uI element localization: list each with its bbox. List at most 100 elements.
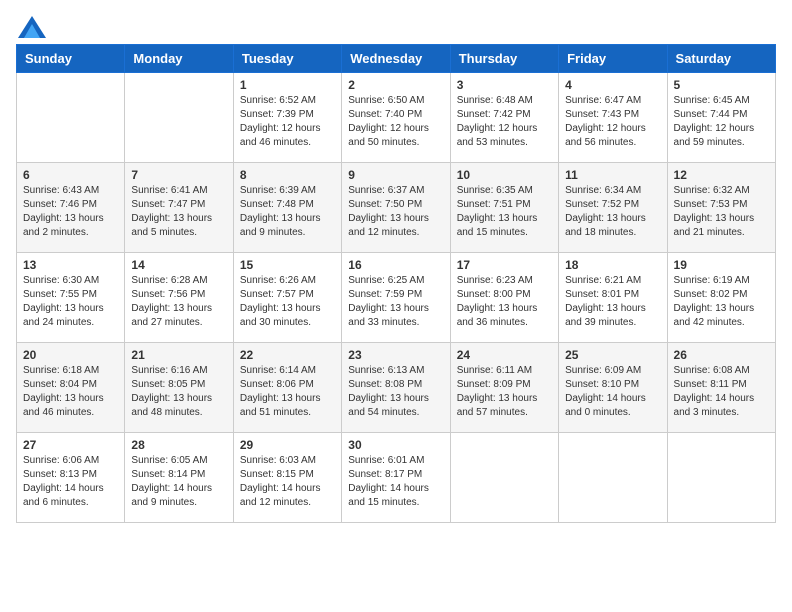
calendar-day-cell: 10 Sunrise: 6:35 AM Sunset: 7:51 PM Dayli… bbox=[450, 163, 558, 253]
calendar-day-cell: 15 Sunrise: 6:26 AM Sunset: 7:57 PM Dayli… bbox=[233, 253, 341, 343]
calendar-table: SundayMondayTuesdayWednesdayThursdayFrid… bbox=[16, 44, 776, 523]
day-info: Sunrise: 6:47 AM Sunset: 7:43 PM Dayligh… bbox=[565, 94, 660, 150]
day-info: Sunrise: 6:01 AM Sunset: 8:17 PM Dayligh… bbox=[348, 454, 443, 510]
day-number: 19 bbox=[674, 258, 769, 272]
day-of-week-header: Friday bbox=[559, 45, 667, 73]
calendar-day-cell: 17 Sunrise: 6:23 AM Sunset: 8:00 PM Dayli… bbox=[450, 253, 558, 343]
day-number: 22 bbox=[240, 348, 335, 362]
day-number: 14 bbox=[131, 258, 226, 272]
calendar-day-cell: 6 Sunrise: 6:43 AM Sunset: 7:46 PM Daylig… bbox=[17, 163, 125, 253]
calendar-day-cell: 24 Sunrise: 6:11 AM Sunset: 8:09 PM Dayli… bbox=[450, 343, 558, 433]
calendar-week-row: 1 Sunrise: 6:52 AM Sunset: 7:39 PM Daylig… bbox=[17, 73, 776, 163]
day-info: Sunrise: 6:28 AM Sunset: 7:56 PM Dayligh… bbox=[131, 274, 226, 330]
day-info: Sunrise: 6:43 AM Sunset: 7:46 PM Dayligh… bbox=[23, 184, 118, 240]
calendar-day-cell bbox=[450, 433, 558, 523]
day-number: 29 bbox=[240, 438, 335, 452]
calendar-day-cell: 18 Sunrise: 6:21 AM Sunset: 8:01 PM Dayli… bbox=[559, 253, 667, 343]
day-number: 26 bbox=[674, 348, 769, 362]
calendar-day-cell: 9 Sunrise: 6:37 AM Sunset: 7:50 PM Daylig… bbox=[342, 163, 450, 253]
day-info: Sunrise: 6:32 AM Sunset: 7:53 PM Dayligh… bbox=[674, 184, 769, 240]
calendar-day-cell: 20Sunrise: 6:18 AM Sunset: 8:04 PM Dayli… bbox=[17, 343, 125, 433]
calendar-day-cell bbox=[667, 433, 775, 523]
day-info: Sunrise: 6:14 AM Sunset: 8:06 PM Dayligh… bbox=[240, 364, 335, 420]
calendar-week-row: 20Sunrise: 6:18 AM Sunset: 8:04 PM Dayli… bbox=[17, 343, 776, 433]
calendar-day-cell bbox=[559, 433, 667, 523]
day-info: Sunrise: 6:50 AM Sunset: 7:40 PM Dayligh… bbox=[348, 94, 443, 150]
logo bbox=[16, 16, 46, 34]
calendar-day-cell: 25 Sunrise: 6:09 AM Sunset: 8:10 PM Dayli… bbox=[559, 343, 667, 433]
calendar-day-cell bbox=[17, 73, 125, 163]
day-number: 11 bbox=[565, 168, 660, 182]
calendar-day-cell: 29 Sunrise: 6:03 AM Sunset: 8:15 PM Dayli… bbox=[233, 433, 341, 523]
calendar-day-cell: 23 Sunrise: 6:13 AM Sunset: 8:08 PM Dayli… bbox=[342, 343, 450, 433]
calendar-day-cell: 11 Sunrise: 6:34 AM Sunset: 7:52 PM Dayli… bbox=[559, 163, 667, 253]
day-info: Sunrise: 6:37 AM Sunset: 7:50 PM Dayligh… bbox=[348, 184, 443, 240]
calendar-day-cell: 21 Sunrise: 6:16 AM Sunset: 8:05 PM Dayli… bbox=[125, 343, 233, 433]
day-number: 3 bbox=[457, 78, 552, 92]
calendar-day-cell: 13 Sunrise: 6:30 AM Sunset: 7:55 PM Dayli… bbox=[17, 253, 125, 343]
day-info: Sunrise: 6:03 AM Sunset: 8:15 PM Dayligh… bbox=[240, 454, 335, 510]
calendar-day-cell: 27Sunrise: 6:06 AM Sunset: 8:13 PM Dayli… bbox=[17, 433, 125, 523]
day-of-week-header: Sunday bbox=[17, 45, 125, 73]
day-info: Sunrise: 6:13 AM Sunset: 8:08 PM Dayligh… bbox=[348, 364, 443, 420]
day-info: Sunrise: 6:30 AM Sunset: 7:55 PM Dayligh… bbox=[23, 274, 118, 330]
day-number: 4 bbox=[565, 78, 660, 92]
calendar-day-cell: 4 Sunrise: 6:47 AM Sunset: 7:43 PM Daylig… bbox=[559, 73, 667, 163]
day-info: Sunrise: 6:25 AM Sunset: 7:59 PM Dayligh… bbox=[348, 274, 443, 330]
calendar-day-cell: 28 Sunrise: 6:05 AM Sunset: 8:14 PM Dayli… bbox=[125, 433, 233, 523]
day-info: Sunrise: 6:48 AM Sunset: 7:42 PM Dayligh… bbox=[457, 94, 552, 150]
day-info: Sunrise: 6:08 AM Sunset: 8:11 PM Dayligh… bbox=[674, 364, 769, 420]
calendar-day-cell bbox=[125, 73, 233, 163]
day-number: 23 bbox=[348, 348, 443, 362]
day-number: 25 bbox=[565, 348, 660, 362]
calendar-day-cell: 5Sunrise: 6:45 AM Sunset: 7:44 PM Daylig… bbox=[667, 73, 775, 163]
calendar-day-cell: 16 Sunrise: 6:25 AM Sunset: 7:59 PM Dayli… bbox=[342, 253, 450, 343]
day-info: Sunrise: 6:11 AM Sunset: 8:09 PM Dayligh… bbox=[457, 364, 552, 420]
calendar-day-cell: 14 Sunrise: 6:28 AM Sunset: 7:56 PM Dayli… bbox=[125, 253, 233, 343]
day-info: Sunrise: 6:19 AM Sunset: 8:02 PM Dayligh… bbox=[674, 274, 769, 330]
day-info: Sunrise: 6:35 AM Sunset: 7:51 PM Dayligh… bbox=[457, 184, 552, 240]
day-number: 18 bbox=[565, 258, 660, 272]
day-number: 10 bbox=[457, 168, 552, 182]
day-number: 5 bbox=[674, 78, 769, 92]
day-number: 8 bbox=[240, 168, 335, 182]
calendar-day-cell: 26 Sunrise: 6:08 AM Sunset: 8:11 PM Dayli… bbox=[667, 343, 775, 433]
day-number: 21 bbox=[131, 348, 226, 362]
day-of-week-header: Monday bbox=[125, 45, 233, 73]
day-info: Sunrise: 6:39 AM Sunset: 7:48 PM Dayligh… bbox=[240, 184, 335, 240]
day-number: 16 bbox=[348, 258, 443, 272]
calendar-day-cell: 2 Sunrise: 6:50 AM Sunset: 7:40 PM Daylig… bbox=[342, 73, 450, 163]
calendar-week-row: 27Sunrise: 6:06 AM Sunset: 8:13 PM Dayli… bbox=[17, 433, 776, 523]
day-info: Sunrise: 6:05 AM Sunset: 8:14 PM Dayligh… bbox=[131, 454, 226, 510]
day-number: 24 bbox=[457, 348, 552, 362]
day-info: Sunrise: 6:18 AM Sunset: 8:04 PM Dayligh… bbox=[23, 364, 118, 420]
day-number: 28 bbox=[131, 438, 226, 452]
day-number: 15 bbox=[240, 258, 335, 272]
logo-icon bbox=[18, 16, 46, 38]
day-number: 30 bbox=[348, 438, 443, 452]
page-header bbox=[16, 16, 776, 34]
day-info: Sunrise: 6:16 AM Sunset: 8:05 PM Dayligh… bbox=[131, 364, 226, 420]
day-of-week-header: Saturday bbox=[667, 45, 775, 73]
day-number: 17 bbox=[457, 258, 552, 272]
calendar-day-cell: 19 Sunrise: 6:19 AM Sunset: 8:02 PM Dayli… bbox=[667, 253, 775, 343]
day-info: Sunrise: 6:09 AM Sunset: 8:10 PM Dayligh… bbox=[565, 364, 660, 420]
day-number: 6 bbox=[23, 168, 118, 182]
calendar-day-cell: 8 Sunrise: 6:39 AM Sunset: 7:48 PM Daylig… bbox=[233, 163, 341, 253]
day-info: Sunrise: 6:23 AM Sunset: 8:00 PM Dayligh… bbox=[457, 274, 552, 330]
day-number: 9 bbox=[348, 168, 443, 182]
day-info: Sunrise: 6:21 AM Sunset: 8:01 PM Dayligh… bbox=[565, 274, 660, 330]
day-info: Sunrise: 6:26 AM Sunset: 7:57 PM Dayligh… bbox=[240, 274, 335, 330]
day-info: Sunrise: 6:34 AM Sunset: 7:52 PM Dayligh… bbox=[565, 184, 660, 240]
calendar-day-cell: 12Sunrise: 6:32 AM Sunset: 7:53 PM Dayli… bbox=[667, 163, 775, 253]
day-number: 13 bbox=[23, 258, 118, 272]
day-number: 1 bbox=[240, 78, 335, 92]
day-of-week-header: Wednesday bbox=[342, 45, 450, 73]
calendar-week-row: 13 Sunrise: 6:30 AM Sunset: 7:55 PM Dayli… bbox=[17, 253, 776, 343]
calendar-week-row: 6 Sunrise: 6:43 AM Sunset: 7:46 PM Daylig… bbox=[17, 163, 776, 253]
calendar-day-cell: 22 Sunrise: 6:14 AM Sunset: 8:06 PM Dayli… bbox=[233, 343, 341, 433]
day-number: 2 bbox=[348, 78, 443, 92]
calendar-day-cell: 1 Sunrise: 6:52 AM Sunset: 7:39 PM Daylig… bbox=[233, 73, 341, 163]
day-info: Sunrise: 6:52 AM Sunset: 7:39 PM Dayligh… bbox=[240, 94, 335, 150]
day-info: Sunrise: 6:41 AM Sunset: 7:47 PM Dayligh… bbox=[131, 184, 226, 240]
